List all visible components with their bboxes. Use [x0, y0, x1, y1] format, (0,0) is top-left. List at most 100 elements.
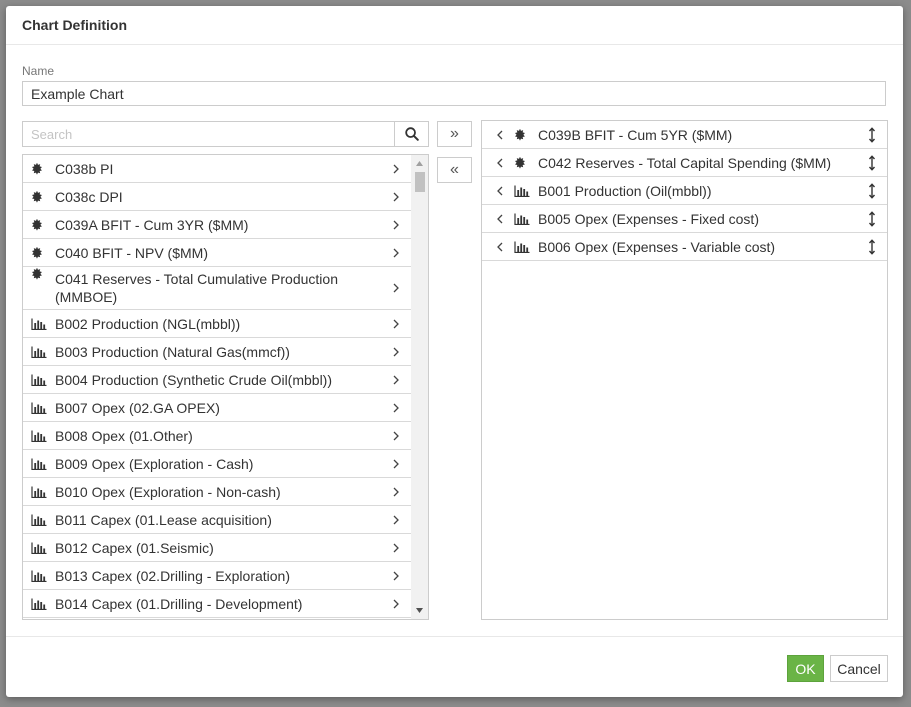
selected-item-label: B001 Production (Oil(mbbl)) [538, 182, 712, 199]
available-item[interactable]: C039A BFIT - Cum 3YR ($MM) [23, 211, 412, 239]
chevron-right-icon[interactable] [392, 459, 400, 469]
available-item[interactable]: B002 Production (NGL(mbbl)) [23, 310, 412, 338]
available-items-list: C038b PI C038c DPI C039A BFIT - Cum 3YR ($… [22, 154, 429, 620]
chevron-left-icon[interactable] [496, 214, 504, 224]
available-item[interactable]: C038b PI [23, 155, 412, 183]
chevron-right-icon[interactable] [392, 192, 400, 202]
chevron-right-icon[interactable] [392, 319, 400, 329]
cancel-button[interactable]: Cancel [830, 655, 888, 682]
selected-item[interactable]: B005 Opex (Expenses - Fixed cost) [482, 205, 887, 233]
chevron-right-icon[interactable] [392, 375, 400, 385]
chevron-right-icon[interactable] [392, 283, 400, 293]
drag-handle-icon[interactable] [868, 126, 876, 143]
drag-handle-icon[interactable] [868, 182, 876, 199]
available-item[interactable]: B010 Opex (Exploration - Non-cash) [23, 478, 412, 506]
chevron-right-icon[interactable] [392, 515, 400, 525]
available-item[interactable]: B012 Capex (01.Seismic) [23, 534, 412, 562]
burst-icon [31, 267, 47, 281]
available-item[interactable]: C041 Reserves - Total Cumulative Product… [23, 267, 412, 310]
chevron-left-icon[interactable] [496, 242, 504, 252]
available-item[interactable]: B009 Opex (Exploration - Cash) [23, 450, 412, 478]
bar-chart-icon [31, 513, 47, 527]
chevron-right-icon[interactable] [392, 599, 400, 609]
selected-item[interactable]: B001 Production (Oil(mbbl)) [482, 177, 887, 205]
dialog-footer [6, 636, 903, 698]
selected-item-label: B005 Opex (Expenses - Fixed cost) [538, 210, 759, 227]
available-item-label: C038c DPI [55, 188, 123, 205]
burst-icon [31, 246, 47, 260]
scrollbar-thumb[interactable] [415, 172, 425, 192]
search-button[interactable] [394, 121, 429, 147]
bar-chart-icon [31, 317, 47, 331]
search-icon [404, 127, 419, 141]
selected-items-list: C039B BFIT - Cum 5YR ($MM) C042 Reserves … [481, 120, 888, 620]
name-input[interactable] [22, 81, 886, 106]
chevron-right-icon[interactable] [392, 248, 400, 258]
chevron-left-icon[interactable] [496, 158, 504, 168]
bar-chart-icon [31, 485, 47, 499]
chevron-right-icon[interactable] [392, 487, 400, 497]
burst-icon [31, 190, 47, 204]
chevron-right-icon[interactable] [392, 431, 400, 441]
available-item-label: B004 Production (Synthetic Crude Oil(mbb… [55, 371, 333, 388]
available-item[interactable]: C038c DPI [23, 183, 412, 211]
chevron-right-icon[interactable] [392, 347, 400, 357]
available-item-label: C041 Reserves - Total Cumulative Product… [55, 271, 338, 305]
bar-chart-icon [31, 373, 47, 387]
chevron-right-icon[interactable] [392, 403, 400, 413]
available-item[interactable]: B011 Capex (01.Lease acquisition) [23, 506, 412, 534]
chevron-right-icon[interactable] [392, 164, 400, 174]
available-item-label: B012 Capex (01.Seismic) [55, 539, 214, 556]
burst-icon [514, 128, 530, 142]
available-list-scrollbar[interactable] [411, 155, 428, 619]
available-item-label: B011 Capex (01.Lease acquisition) [55, 511, 272, 528]
scroll-down-icon[interactable] [415, 606, 424, 614]
selected-item-label: C042 Reserves - Total Capital Spending (… [538, 154, 832, 171]
drag-handle-icon[interactable] [868, 238, 876, 255]
available-item-label: C040 BFIT - NPV ($MM) [55, 244, 208, 261]
available-item[interactable]: B013 Capex (02.Drilling - Exploration) [23, 562, 412, 590]
available-item-label: B003 Production (Natural Gas(mmcf)) [55, 343, 290, 360]
bar-chart-icon [31, 457, 47, 471]
bar-chart-icon [514, 240, 530, 254]
remove-all-button[interactable]: « [437, 157, 472, 183]
name-label: Name [22, 64, 55, 78]
available-items-rows: C038b PI C038c DPI C039A BFIT - Cum 3YR ($… [23, 155, 412, 618]
add-all-button[interactable]: » [437, 121, 472, 147]
chevron-right-icon[interactable] [392, 543, 400, 553]
search-input[interactable] [22, 121, 395, 147]
available-item[interactable]: B004 Production (Synthetic Crude Oil(mbb… [23, 366, 412, 394]
chevron-right-icon[interactable] [392, 571, 400, 581]
available-item[interactable]: B014 Capex (01.Drilling - Development) [23, 590, 412, 618]
drag-handle-icon[interactable] [868, 210, 876, 227]
selected-item[interactable]: C039B BFIT - Cum 5YR ($MM) [482, 121, 887, 149]
available-item[interactable]: B008 Opex (01.Other) [23, 422, 412, 450]
chart-definition-dialog: Chart Definition Name C038b PIC038c DPIC… [6, 6, 903, 697]
available-item-label: B007 Opex (02.GA OPEX) [55, 399, 220, 416]
available-item-label: B009 Opex (Exploration - Cash) [55, 455, 254, 472]
available-item-label: B014 Capex (01.Drilling - Development) [55, 595, 303, 612]
bar-chart-icon [31, 569, 47, 583]
scroll-up-icon[interactable] [415, 160, 424, 168]
available-item[interactable]: B007 Opex (02.GA OPEX) [23, 394, 412, 422]
chevron-left-icon[interactable] [496, 186, 504, 196]
selected-item[interactable]: C042 Reserves - Total Capital Spending (… [482, 149, 887, 177]
dialog-title: Chart Definition [22, 17, 127, 33]
bar-chart-icon [514, 212, 530, 226]
drag-handle-icon[interactable] [868, 154, 876, 171]
ok-button[interactable]: OK [787, 655, 824, 682]
dialog-header: Chart Definition [6, 6, 903, 45]
available-item-label: B008 Opex (01.Other) [55, 427, 193, 444]
available-item[interactable]: C040 BFIT - NPV ($MM) [23, 239, 412, 267]
burst-icon [31, 218, 47, 232]
bar-chart-icon [31, 401, 47, 415]
selected-item[interactable]: B006 Opex (Expenses - Variable cost) [482, 233, 887, 261]
chevron-right-icon[interactable] [392, 220, 400, 230]
available-item[interactable]: B003 Production (Natural Gas(mmcf)) [23, 338, 412, 366]
bar-chart-icon [31, 597, 47, 611]
bar-chart-icon [514, 184, 530, 198]
available-item-label: C038b PI [55, 160, 114, 177]
available-item-label: C039A BFIT - Cum 3YR ($MM) [55, 216, 249, 233]
chevron-left-icon[interactable] [496, 130, 504, 140]
burst-icon [31, 162, 47, 176]
